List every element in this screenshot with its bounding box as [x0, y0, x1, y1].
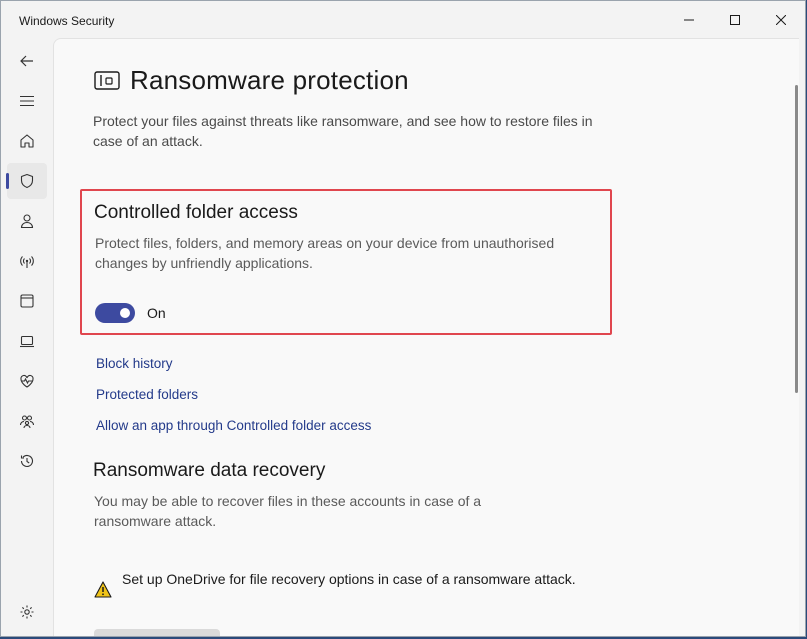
sidebar-item-device-security[interactable]: [7, 323, 47, 359]
warning-icon: [94, 581, 112, 598]
minimize-button[interactable]: [666, 1, 712, 39]
page-title: Ransomware protection: [130, 65, 409, 95]
app-window: Windows Security Ransomware protection P…: [0, 0, 806, 637]
sidebar-item-account-protection[interactable]: [7, 203, 47, 239]
sidebar-item-settings[interactable]: [7, 594, 47, 630]
sidebar-item-device-performance[interactable]: [7, 363, 47, 399]
setup-onedrive-button[interactable]: [94, 629, 220, 636]
window-title: Windows Security: [19, 14, 115, 28]
active-indicator: [6, 173, 9, 189]
home-icon: [20, 134, 34, 148]
block-history-link[interactable]: Block history: [96, 356, 173, 371]
minimize-icon: [684, 19, 694, 21]
close-icon: [776, 15, 786, 25]
gear-icon: [20, 605, 34, 619]
sidebar-item-protection-history[interactable]: [7, 443, 47, 479]
sidebar-item-family-options[interactable]: [7, 403, 47, 439]
toggle-state-label: On: [147, 305, 166, 321]
controlled-folder-access-description: Protect files, folders, and memory areas…: [95, 235, 555, 271]
ransomware-recovery-description: You may be able to recover files in thes…: [94, 493, 482, 529]
wifi-antenna-icon: [20, 256, 34, 268]
back-button[interactable]: [7, 43, 47, 79]
close-button[interactable]: [758, 1, 804, 39]
onedrive-warning-text: Set up OneDrive for file recovery option…: [122, 571, 576, 587]
vertical-scrollbar[interactable]: [795, 85, 798, 393]
sidebar-item-home[interactable]: [7, 123, 47, 159]
back-arrow-icon: [20, 55, 33, 67]
history-icon: [20, 454, 34, 467]
sidebar-item-firewall[interactable]: [7, 243, 47, 279]
person-icon: [20, 214, 34, 229]
laptop-icon: [20, 335, 34, 348]
page-description: Protect your files against threats like …: [93, 113, 593, 149]
shield-icon: [20, 173, 34, 189]
controlled-folder-access-title: Controlled folder access: [94, 202, 298, 223]
ransomware-icon: [94, 70, 120, 90]
app-browser-icon: [20, 294, 34, 308]
toggle-knob: [120, 308, 130, 318]
hamburger-menu-icon: [20, 95, 34, 107]
allow-app-link[interactable]: Allow an app through Controlled folder a…: [96, 418, 371, 433]
main-content: Ransomware protection Protect your files…: [53, 38, 799, 636]
heart-pulse-icon: [20, 374, 34, 388]
controlled-folder-access-toggle[interactable]: [95, 303, 135, 323]
maximize-button[interactable]: [712, 1, 758, 39]
family-icon: [19, 415, 35, 429]
sidebar-item-virus-protection[interactable]: [6, 163, 47, 199]
ransomware-recovery-title: Ransomware data recovery: [93, 460, 326, 481]
title-bar: Windows Security: [1, 1, 805, 39]
onedrive-warning: Set up OneDrive for file recovery option…: [94, 569, 582, 598]
sidebar-item-app-browser-control[interactable]: [7, 283, 47, 319]
page-header: Ransomware protection: [94, 65, 409, 96]
protected-folders-link[interactable]: Protected folders: [96, 387, 198, 402]
sidebar: [1, 39, 53, 636]
menu-button[interactable]: [7, 83, 47, 119]
maximize-icon: [730, 15, 740, 25]
